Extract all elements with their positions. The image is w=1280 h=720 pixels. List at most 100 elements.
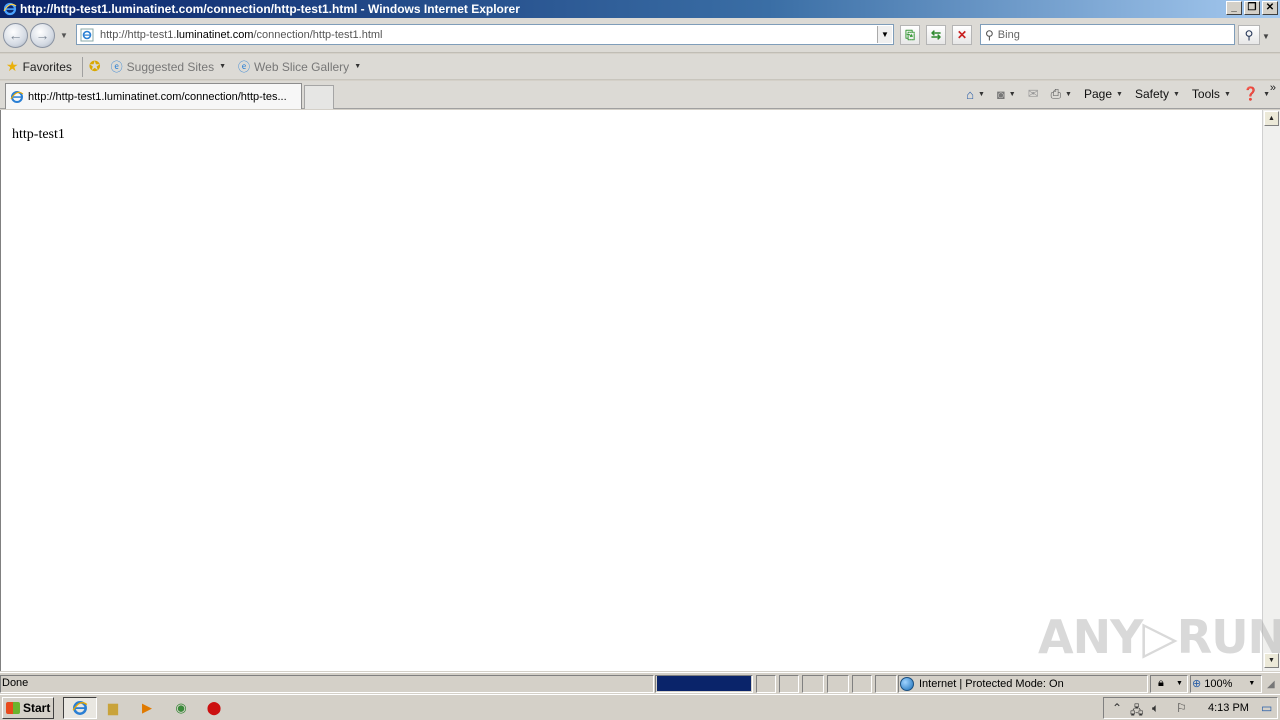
magnifier-icon: ⚲ — [1244, 28, 1254, 42]
back-button[interactable]: ← — [3, 23, 28, 48]
resize-grip-icon[interactable]: ◢ — [1267, 679, 1275, 690]
status-cell-3 — [802, 675, 824, 693]
search-placeholder: Bing — [997, 28, 1020, 41]
refresh-button[interactable]: ⇆ — [926, 25, 946, 45]
web-slice-gallery-label: Web Slice Gallery — [254, 59, 350, 74]
status-cell-2 — [779, 675, 799, 693]
stop-button[interactable]: ✕ — [952, 25, 972, 45]
chevron-down-icon: ▼ — [1008, 90, 1016, 98]
tab-ie-icon — [10, 90, 24, 103]
rss-feed-icon: ◙ — [996, 86, 1005, 102]
tab-label: http://http-test1.luminatinet.com/connec… — [28, 90, 287, 103]
favorites-label: Favorites — [22, 59, 72, 74]
status-bar: Done Internet | Protected Mode: On 🔒︎ ▼ … — [0, 672, 1280, 694]
back-arrow-icon: ← — [8, 27, 23, 43]
folder-icon[interactable]: ▆ — [104, 699, 122, 717]
show-desktop-icon[interactable]: ▭ — [1261, 701, 1272, 715]
help-button[interactable]: ❓ ▼ — [1243, 86, 1270, 102]
web-slice-icon: ⓔ — [238, 60, 251, 74]
search-icon: ⚲ — [985, 27, 994, 42]
chrome-icon[interactable]: ◉ — [172, 699, 190, 717]
safety-menu-label: Safety — [1134, 87, 1169, 101]
compatibility-view-button[interactable]: ⎘ — [900, 25, 920, 45]
windows-logo-icon — [6, 702, 20, 714]
mail-icon: ✉ — [1027, 86, 1039, 101]
network-icon[interactable]: 🖧︎ — [1130, 701, 1143, 720]
add-to-favorites-bar-button[interactable]: ✪ — [89, 58, 105, 75]
title-bar: http://http-test1.luminatinet.com/connec… — [0, 0, 1280, 18]
page-content: http-test1 — [0, 110, 1262, 671]
read-mail-button[interactable]: ✉ — [1028, 86, 1039, 102]
safety-menu[interactable]: Safety ▼ — [1135, 87, 1180, 101]
lock-icon: 🔒︎ — [1158, 677, 1164, 689]
volume-icon[interactable]: 🔈︎ — [1152, 701, 1159, 716]
navigation-bar: ← → ▼ http://http-test1.luminatinet.com/… — [0, 18, 1280, 53]
suggested-sites-label: Suggested Sites — [126, 59, 215, 74]
opera-icon[interactable]: ⬤ — [205, 699, 223, 717]
zoom-label: 100% — [1204, 677, 1233, 690]
status-cell-4 — [827, 675, 849, 693]
start-label: Start — [23, 701, 51, 715]
page-menu[interactable]: Page ▼ — [1084, 87, 1123, 101]
tools-menu[interactable]: Tools ▼ — [1192, 87, 1231, 101]
minimize-button[interactable]: _ — [1226, 1, 1242, 15]
search-box[interactable]: ⚲ Bing — [980, 24, 1235, 45]
globe-icon — [900, 677, 914, 691]
show-hidden-icons-icon[interactable]: ⌃ — [1112, 701, 1122, 715]
taskbar-internet-explorer[interactable] — [63, 697, 97, 719]
favorites-bar: ★ Favorites ✪ ⓔ Suggested Sites ▼ ⓔ Web … — [0, 54, 1280, 80]
star-icon: ★ — [6, 58, 19, 74]
stop-icon: ✕ — [956, 28, 968, 42]
home-icon: ⌂ — [966, 86, 974, 102]
security-zone[interactable]: Internet | Protected Mode: On — [900, 675, 1064, 693]
status-cell-1 — [756, 675, 776, 693]
address-bar[interactable]: http://http-test1.luminatinet.com/connec… — [76, 24, 894, 45]
status-text-cell — [0, 675, 654, 693]
vertical-scrollbar[interactable]: ▲ ▼ — [1262, 110, 1280, 671]
restore-button[interactable]: ❐ — [1244, 1, 1260, 15]
favorites-item-suggested-sites[interactable]: ⓔ Suggested Sites ▼ — [111, 58, 226, 75]
url-prefix: http://http-test1. — [100, 28, 177, 41]
zoom-icon: ⊕ — [1192, 678, 1202, 690]
chevron-down-icon: ▼ — [1248, 680, 1256, 687]
new-tab-button[interactable] — [304, 85, 334, 109]
address-url[interactable]: http://http-test1.luminatinet.com/connec… — [100, 29, 383, 41]
internet-explorer-icon — [3, 2, 17, 16]
start-button[interactable]: Start — [2, 697, 54, 719]
chevron-down-icon[interactable]: ▼ — [1176, 680, 1183, 687]
recent-pages-dropdown[interactable]: ▼ — [60, 31, 68, 40]
address-dropdown-button[interactable]: ▼ — [877, 26, 892, 43]
more-commands-chevron-icon[interactable]: » — [1270, 82, 1276, 94]
system-tray: ⌃ 🖧︎ 🔈︎ ⚐ 4:13 PM ▭ — [1103, 697, 1278, 719]
scroll-up-button[interactable]: ▲ — [1264, 111, 1279, 126]
chevron-down-icon: ▼ — [1065, 90, 1072, 98]
zoom-level[interactable]: ⊕ 100% ▼ — [1192, 677, 1256, 691]
command-bar: ⌂ ▼ ◙ ▼ ✉ ⎙ ▼ Page ▼ Safety ▼ Tools ▼ ❓ ▼ — [954, 86, 1270, 102]
favorites-item-web-slice-gallery[interactable]: ⓔ Web Slice Gallery ▼ — [238, 58, 361, 75]
forward-arrow-icon: → — [35, 27, 50, 43]
tools-menu-label: Tools — [1191, 87, 1220, 101]
url-suffix: /connection/http-test1.html — [253, 28, 383, 41]
tab-active[interactable]: http://http-test1.luminatinet.com/connec… — [5, 83, 302, 109]
home-button[interactable]: ⌂ ▼ — [966, 87, 985, 102]
progress-bar — [657, 676, 751, 691]
page-menu-label: Page — [1083, 87, 1113, 101]
compatibility-icon: ⎘ — [905, 28, 915, 42]
chevron-down-icon: ▼ — [219, 63, 227, 70]
action-center-flag-icon[interactable]: ⚐ — [1176, 701, 1187, 715]
chevron-down-icon: ▼ — [1223, 90, 1231, 98]
ie-taskbar-icon — [72, 701, 88, 715]
clock[interactable]: 4:13 PM — [1208, 702, 1249, 714]
close-button[interactable]: ✕ — [1262, 1, 1278, 15]
favorites-button[interactable]: ★ Favorites — [6, 58, 72, 75]
page-body-text: http-test1 — [12, 127, 65, 142]
forward-button[interactable]: → — [30, 23, 55, 48]
anyrun-watermark: ANY▷RUN — [1038, 610, 1280, 664]
search-options-dropdown[interactable]: ▼ — [1262, 32, 1270, 41]
taskbar: Start ▆ ▶ ◉ ⬤ ⌃ 🖧︎ 🔈︎ ⚐ 4:13 PM ▭ — [0, 694, 1280, 720]
favorites-separator — [81, 56, 83, 77]
feeds-button[interactable]: ◙ ▼ — [997, 87, 1016, 102]
media-player-icon[interactable]: ▶ — [138, 699, 156, 717]
search-go-button[interactable]: ⚲ — [1238, 25, 1260, 45]
print-button[interactable]: ⎙ ▼ — [1051, 86, 1072, 102]
